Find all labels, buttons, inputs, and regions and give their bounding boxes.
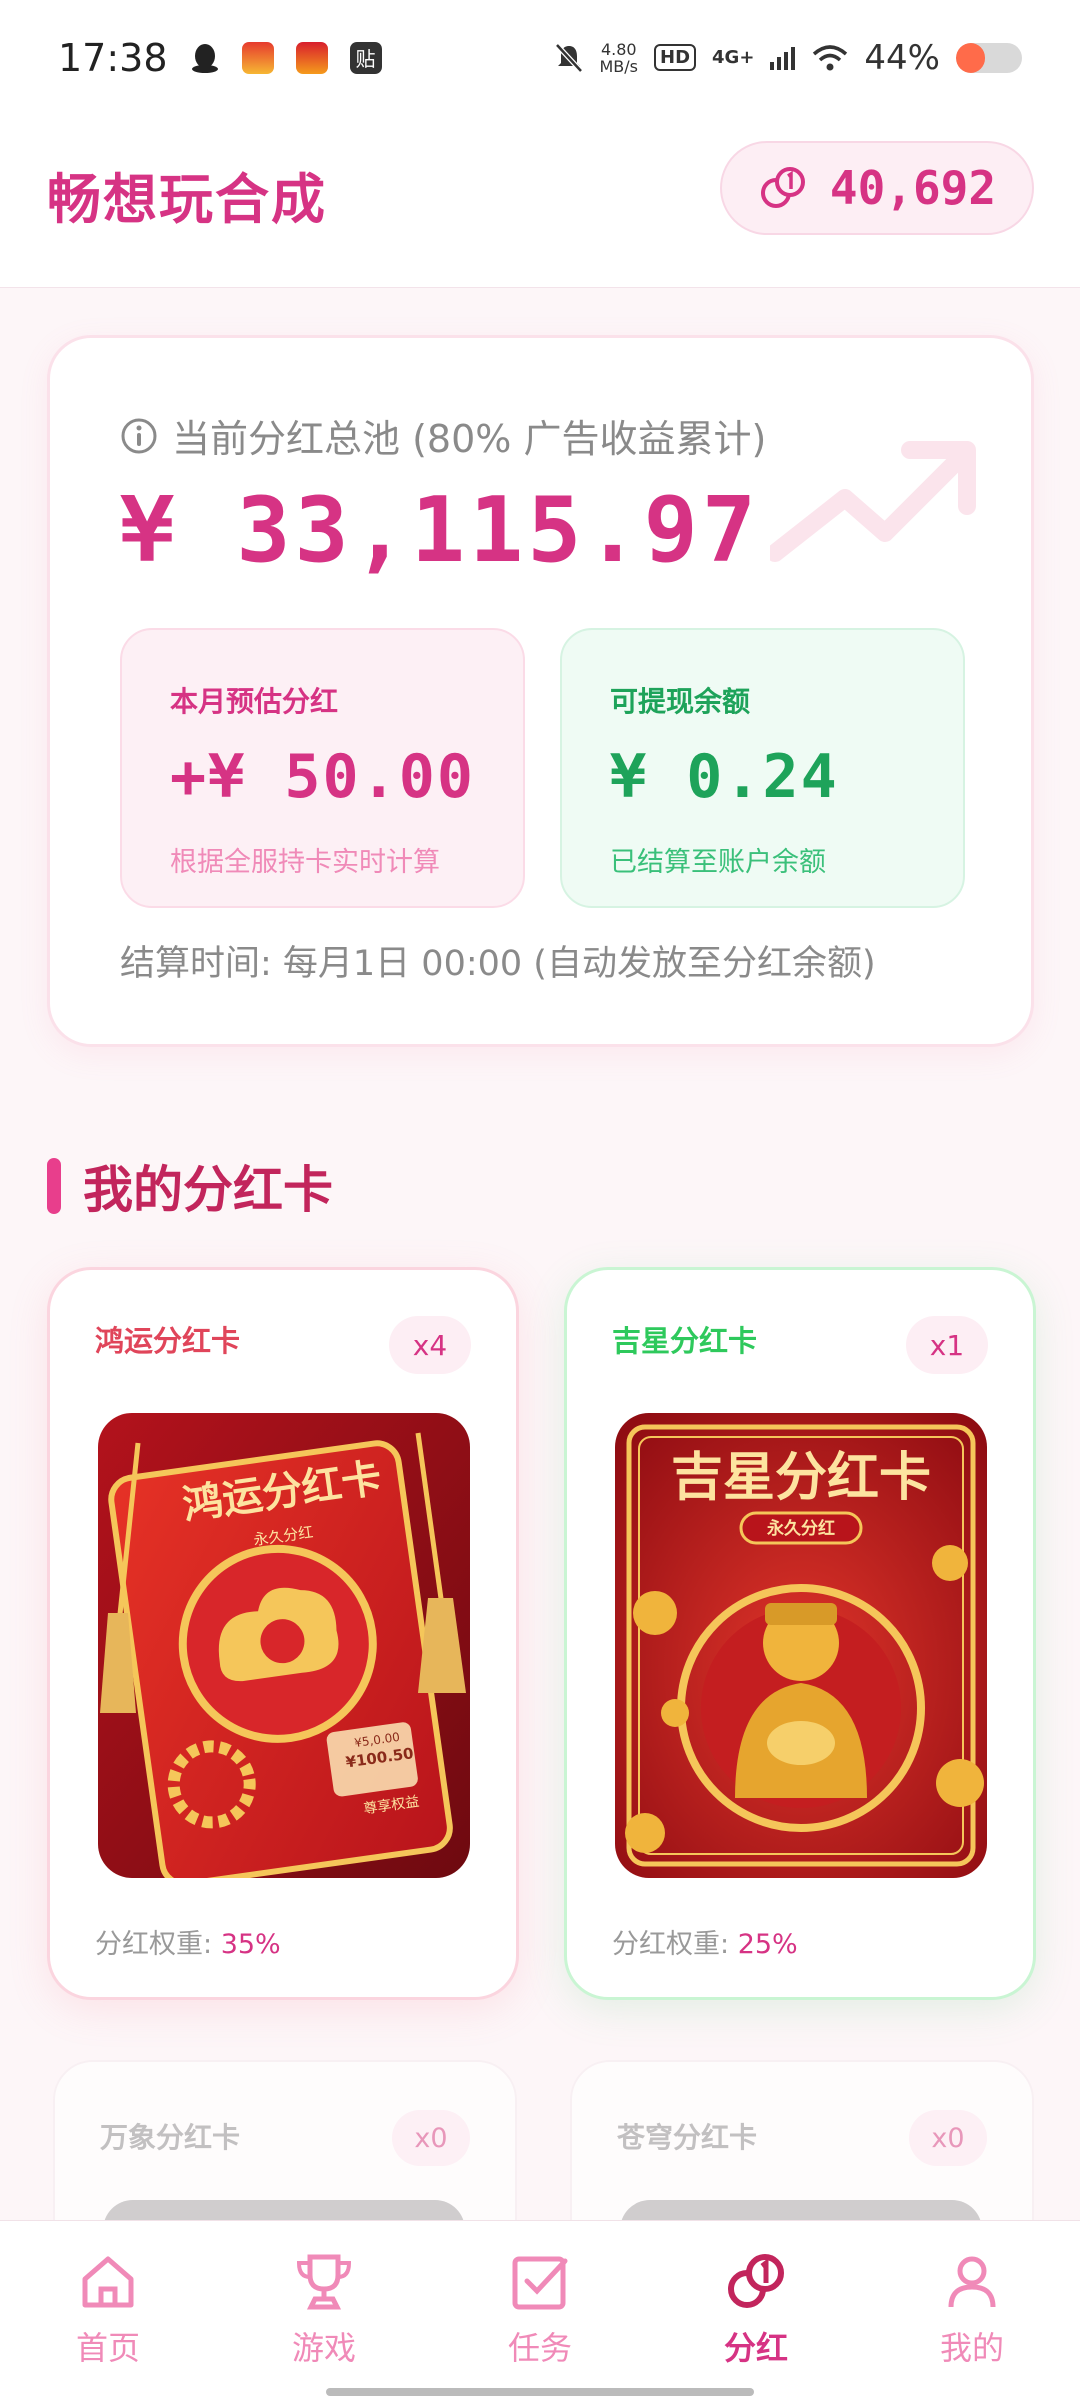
trend-up-icon [770, 441, 976, 562]
battery-percent: 44% [864, 37, 940, 78]
monthly-estimate-note: 根据全服持卡实时计算 [170, 847, 440, 878]
nav-tab-dividend[interactable]: 分红 [648, 2221, 864, 2401]
app-title: 畅想玩合成 [47, 168, 327, 231]
nav-tab-me[interactable]: 我的 [864, 2221, 1080, 2401]
status-time: 17:38 [58, 35, 168, 80]
coin-balance-value: 40,692 [829, 161, 997, 215]
card-weight: 分红权重: 25% [612, 1929, 798, 1960]
withdrawable-title: 可提现余额 [610, 685, 751, 718]
card-art-subtitle: 永久分红 [766, 1518, 835, 1539]
withdrawable-note: 已结算至账户余额 [610, 847, 826, 878]
card-name: 万象分红卡 [100, 2121, 241, 2154]
hd-badge: HD [654, 44, 697, 71]
coin-stack-icon [760, 167, 805, 208]
user-icon [948, 2256, 996, 2308]
tieba-icon: 贴 [349, 41, 382, 74]
card-name: 吉星分红卡 [612, 1324, 758, 1358]
signal-icon [770, 46, 796, 70]
card-image-jixing: 吉星分红卡 永久分红 [615, 1413, 987, 1878]
card-weight: 分红权重: 35% [95, 1929, 281, 1960]
dividend-card-jixing[interactable]: 吉星分红卡 x1 吉星分红卡 永久分红 分红权重: 25% [564, 1267, 1036, 2000]
info-icon[interactable] [120, 417, 158, 455]
dividend-coins-icon [728, 2254, 784, 2308]
section-accent-bar [47, 1158, 61, 1214]
monthly-estimate-value: +¥ 50.00 [170, 742, 475, 812]
withdrawable-balance-box[interactable]: 可提现余额 ¥ 0.24 已结算至账户余额 [560, 628, 965, 908]
card-art-title: 吉星分红卡 [671, 1447, 931, 1508]
pool-amount: ¥ 33,115.97 [120, 478, 761, 583]
home-icon [82, 2256, 134, 2308]
card-name: 鸿运分红卡 [95, 1324, 241, 1358]
dividend-pool-card: 当前分红总池 (80% 广告收益累计) ¥ 33,115.97 本月预估分红 +… [47, 335, 1034, 1047]
wifi-icon [813, 44, 848, 70]
card-name: 苍穹分红卡 [617, 2121, 758, 2154]
app-notification-icon [241, 41, 274, 74]
card-weight-value: 35% [220, 1929, 281, 1960]
card-image-hongyun: 鸿运分红卡 永久分红 ¥5,0.00 ¥100.50 尊享权益 [98, 1413, 470, 1878]
section-title: 我的分红卡 [83, 1161, 333, 1219]
network-type: 4G+ [712, 47, 755, 68]
gesture-home-bar[interactable] [326, 2388, 754, 2396]
coin-balance-pill[interactable]: 40,692 [720, 141, 1034, 235]
card-count-badge: x0 [909, 2110, 987, 2166]
section-header: 我的分红卡 [47, 1150, 333, 1222]
monthly-estimate-title: 本月预估分红 [170, 685, 339, 718]
nav-label: 任务 [507, 2329, 572, 2367]
task-check-icon [512, 2256, 568, 2310]
settlement-note: 结算时间: 每月1日 00:00 (自动发放至分红余额) [120, 944, 876, 984]
app-header: 畅想玩合成 40,692 [0, 115, 1080, 288]
nav-label: 分红 [723, 2329, 788, 2367]
trophy-icon [296, 2254, 352, 2310]
monthly-estimate-box: 本月预估分红 +¥ 50.00 根据全服持卡实时计算 [120, 628, 525, 908]
battery-icon [956, 42, 1022, 73]
app-notification-icon [295, 41, 328, 74]
card-count-badge: x1 [906, 1316, 988, 1374]
nav-tab-games[interactable]: 游戏 [216, 2221, 432, 2401]
nav-tab-home[interactable]: 首页 [0, 2221, 216, 2401]
withdrawable-value: ¥ 0.24 [610, 742, 839, 812]
dividend-card-hongyun[interactable]: 鸿运分红卡 x4 鸿运分红卡 永久分红 ¥5,0.00 ¥100.50 尊享权益… [47, 1267, 519, 2000]
card-count-badge: x4 [389, 1316, 471, 1374]
pool-label-text: 当前分红总池 (80% 广告收益累计) [172, 417, 767, 461]
nav-label: 游戏 [291, 2329, 356, 2367]
qq-penguin-icon [191, 43, 218, 73]
status-bar: 17:38 贴 4.80 MB/s HD 4G+ 44% [0, 0, 1080, 115]
nav-tab-tasks[interactable]: 任务 [432, 2221, 648, 2401]
card-count-badge: x0 [392, 2110, 470, 2166]
net-speed: 4.80 MB/s [599, 39, 639, 76]
nav-label: 首页 [75, 2329, 140, 2367]
nav-label: 我的 [939, 2329, 1004, 2367]
card-weight-value: 25% [737, 1929, 798, 1960]
mute-bell-icon [554, 42, 583, 73]
pool-label: 当前分红总池 (80% 广告收益累计) [120, 408, 766, 463]
bottom-nav: 首页 游戏 任务 分红 我的 [0, 2220, 1080, 2401]
